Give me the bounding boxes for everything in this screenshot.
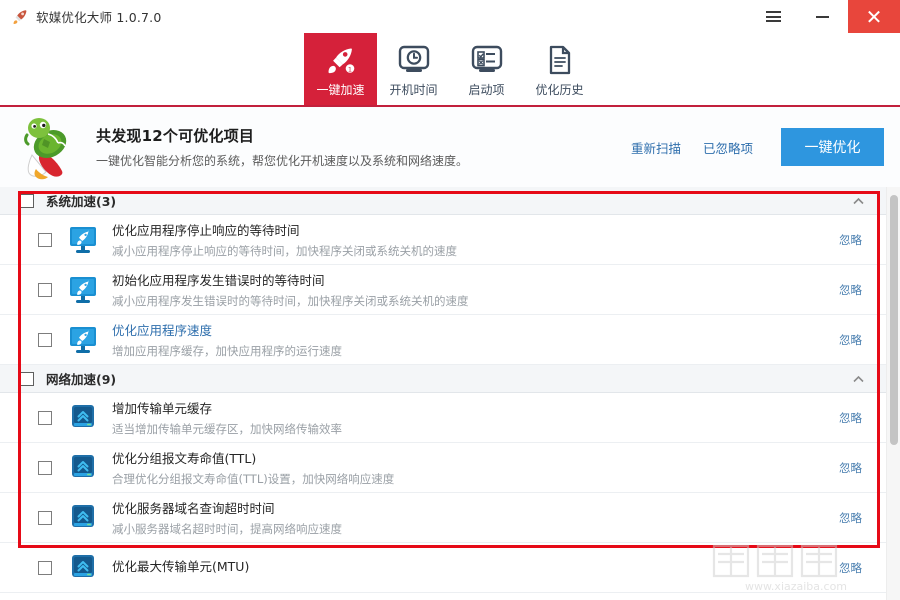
svg-text:1: 1 <box>347 65 351 73</box>
nav-tabs: 1 一键加速 开机时间 启动项 优化历史 <box>0 33 900 106</box>
monitor-rocket-icon <box>68 276 98 304</box>
item-checkbox[interactable] <box>38 282 52 297</box>
item-title: 优化最大传输单元(MTU) <box>112 559 250 574</box>
item-desc: 合理优化分组报文寿命值(TTL)设置，加快网络响应速度 <box>112 472 395 486</box>
group-header-system[interactable]: 系统加速(3) <box>0 187 886 215</box>
group-title: 网络加速(9) <box>46 372 117 387</box>
list-item[interactable]: 优化服务器域名查询超时时间 减小服务器域名超时时间，提高网络响应速度 忽略 <box>0 493 886 543</box>
item-desc: 减小服务器域名超时时间，提高网络响应速度 <box>112 522 342 536</box>
item-desc: 适当增加传输单元缓存区，加快网络传输效率 <box>112 422 342 436</box>
chevron-up-icon[interactable] <box>853 375 864 382</box>
item-desc: 增加应用程序缓存，加快应用程序的运行速度 <box>112 344 342 358</box>
monitor-rocket-icon <box>68 326 98 354</box>
scrollbar-thumb[interactable] <box>890 195 898 445</box>
ignore-link[interactable]: 忽略 <box>839 282 862 298</box>
item-text: 增加传输单元缓存 适当增加传输单元缓存区，加快网络传输效率 <box>112 398 342 437</box>
item-text: 优化应用程序停止响应的等待时间 减小应用程序停止响应的等待时间，加快程序关闭或系… <box>112 220 457 259</box>
chevron-up-icon[interactable] <box>853 197 864 204</box>
item-checkbox[interactable] <box>38 460 52 475</box>
item-title: 优化应用程序速度 <box>112 323 213 338</box>
group-checkbox[interactable] <box>20 371 34 386</box>
tab-label: 启动项 <box>468 82 505 97</box>
tab-label: 优化历史 <box>535 82 584 97</box>
item-text: 优化应用程序速度 增加应用程序缓存，加快应用程序的运行速度 <box>112 320 342 359</box>
item-checkbox[interactable] <box>38 410 52 425</box>
monitor-uparrows-icon <box>68 404 98 432</box>
banner-title: 共发现12个可优化项目 <box>96 127 255 145</box>
list-item[interactable]: 优化最大传输单元(MTU) 忽略 <box>0 543 886 593</box>
ignore-link[interactable]: 忽略 <box>839 560 862 576</box>
item-title: 增加传输单元缓存 <box>112 401 213 416</box>
tab-optimize-history[interactable]: 优化历史 <box>523 33 596 106</box>
list-item[interactable]: 优化应用程序停止响应的等待时间 减小应用程序停止响应的等待时间，加快程序关闭或系… <box>0 215 886 265</box>
group-header-network[interactable]: 网络加速(9) <box>0 365 886 393</box>
banner-subtitle: 一键优化智能分析您的系统，帮您优化开机速度以及系统和网络速度。 <box>96 154 469 168</box>
app-title: 软媒优化大师 1.0.7.0 <box>36 10 162 25</box>
ignore-link[interactable]: 忽略 <box>839 332 862 348</box>
item-text: 优化服务器域名查询超时时间 减小服务器域名超时时间，提高网络响应速度 <box>112 498 342 537</box>
minimize-icon[interactable] <box>796 0 848 33</box>
close-icon[interactable]: ✕ <box>848 0 900 33</box>
document-lines-icon <box>543 42 577 78</box>
tab-label: 一键加速 <box>316 82 365 97</box>
monitor-uparrows-icon <box>68 504 98 532</box>
item-checkbox[interactable] <box>38 560 52 575</box>
list-item[interactable]: 初始化应用程序发生错误时的等待时间 减小应用程序发生错误时的等待时间，加快程序关… <box>0 265 886 315</box>
monitor-uparrows-icon <box>68 554 98 582</box>
window-controls: ✕ <box>750 0 900 33</box>
clock-monitor-icon <box>397 42 431 78</box>
list-item[interactable]: 增加传输单元缓存 适当增加传输单元缓存区，加快网络传输效率 忽略 <box>0 393 886 443</box>
item-desc: 减小应用程序停止响应的等待时间，加快程序关闭或系统关机的速度 <box>112 244 457 258</box>
item-title: 优化分组报文寿命值(TTL) <box>112 451 257 466</box>
list-item[interactable]: 优化分组报文寿命值(TTL) 合理优化分组报文寿命值(TTL)设置，加快网络响应… <box>0 443 886 493</box>
item-text: 优化分组报文寿命值(TTL) 合理优化分组报文寿命值(TTL)设置，加快网络响应… <box>112 448 394 487</box>
tab-startup-items[interactable]: 启动项 <box>450 33 523 106</box>
ignored-items-link[interactable]: 已忽略项 <box>703 138 753 157</box>
item-title: 初始化应用程序发生错误时的等待时间 <box>112 273 325 288</box>
group-title: 系统加速(3) <box>46 194 117 209</box>
item-title: 优化应用程序停止响应的等待时间 <box>112 223 300 238</box>
tab-label: 开机时间 <box>389 82 438 97</box>
optimization-list: 系统加速(3) 优化应用程序停止响应的等待时间 减小应用程序停止响应的等待时间，… <box>0 187 900 600</box>
summary-banner: 共发现12个可优化项目 一键优化智能分析您的系统，帮您优化开机速度以及系统和网络… <box>0 107 900 187</box>
rescan-link[interactable]: 重新扫描 <box>631 138 681 157</box>
banner-actions: 重新扫描 已忽略项 一键优化 <box>631 107 884 187</box>
group-checkbox[interactable] <box>20 193 34 208</box>
item-desc: 减小应用程序发生错误时的等待时间，加快程序关闭或系统关机的速度 <box>112 294 469 308</box>
ignore-link[interactable]: 忽略 <box>839 510 862 526</box>
item-title: 优化服务器域名查询超时时间 <box>112 501 275 516</box>
ignore-link[interactable]: 忽略 <box>839 460 862 476</box>
banner-text: 共发现12个可优化项目 一键优化智能分析您的系统，帮您优化开机速度以及系统和网络… <box>96 125 468 169</box>
item-text: 优化最大传输单元(MTU) <box>112 556 249 579</box>
tab-boot-time[interactable]: 开机时间 <box>377 33 450 106</box>
ignore-link[interactable]: 忽略 <box>839 232 862 248</box>
title-bar: 软媒优化大师 1.0.7.0 ✕ <box>0 0 900 33</box>
app-window: 软媒优化大师 1.0.7.0 ✕ 1 一键加速 开机时间 启动项 优化历史 共发… <box>0 0 900 600</box>
turtle-rocket-mascot <box>14 111 96 183</box>
one-key-optimize-button[interactable]: 一键优化 <box>781 128 884 166</box>
rocket-icon <box>12 8 29 25</box>
item-checkbox[interactable] <box>38 510 52 525</box>
title-bar-left: 软媒优化大师 1.0.7.0 <box>0 7 162 26</box>
item-text: 初始化应用程序发生错误时的等待时间 减小应用程序发生错误时的等待时间，加快程序关… <box>112 270 469 309</box>
monitor-uparrows-icon <box>68 454 98 482</box>
hamburger-menu-icon[interactable] <box>750 0 796 33</box>
ignore-link[interactable]: 忽略 <box>839 410 862 426</box>
checklist-monitor-icon <box>470 42 504 78</box>
item-checkbox[interactable] <box>38 232 52 247</box>
vertical-scrollbar[interactable] <box>886 187 900 600</box>
rocket-icon: 1 <box>324 42 358 78</box>
list-item[interactable]: 优化应用程序速度 增加应用程序缓存，加快应用程序的运行速度 忽略 <box>0 315 886 365</box>
monitor-rocket-icon <box>68 226 98 254</box>
tab-one-key-speedup[interactable]: 1 一键加速 <box>304 33 377 106</box>
item-checkbox[interactable] <box>38 332 52 347</box>
